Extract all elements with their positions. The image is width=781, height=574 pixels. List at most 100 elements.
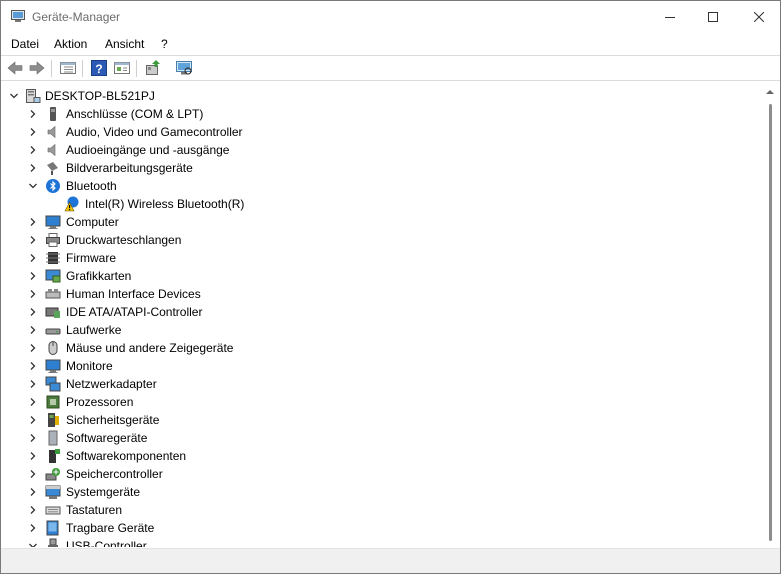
storage-icon <box>45 468 60 481</box>
tree-item-label: Computer <box>66 215 119 229</box>
chevron-right-icon[interactable] <box>28 379 38 389</box>
properties-view-icon[interactable] <box>59 59 77 77</box>
chevron-right-icon[interactable] <box>28 271 38 281</box>
tree-category-row[interactable]: Netzwerkadapter <box>3 375 743 393</box>
chevron-right-icon[interactable] <box>28 487 38 497</box>
tree-category-row[interactable]: Audioeingänge und -ausgänge <box>3 141 743 159</box>
chevron-right-icon[interactable] <box>28 523 38 533</box>
maximize-icon <box>708 12 718 22</box>
tree-category-row[interactable]: IDE ATA/ATAPI-Controller <box>3 303 743 321</box>
menu-aktion[interactable]: Aktion <box>54 37 87 51</box>
tree-item-label: Prozessoren <box>66 395 134 409</box>
speaker-icon <box>47 143 56 157</box>
chevron-right-icon[interactable] <box>28 397 38 407</box>
tree-category-row[interactable]: USB-Controller <box>3 537 743 547</box>
chevron-right-icon[interactable] <box>28 235 38 245</box>
tree-root-label: DESKTOP-BL521PJ <box>45 89 155 103</box>
tree-category-row[interactable]: Tastaturen <box>3 501 743 519</box>
chevron-right-icon[interactable] <box>28 163 38 173</box>
status-bar <box>1 548 780 573</box>
vertical-scrollbar[interactable] <box>761 83 779 547</box>
chevron-right-icon[interactable] <box>28 469 38 479</box>
tree-category-row[interactable]: Softwaregeräte <box>3 429 743 447</box>
cpu-icon <box>46 395 60 409</box>
menu-datei[interactable]: Datei <box>11 37 39 51</box>
tree-category-row[interactable]: Anschlüsse (COM & LPT) <box>3 105 743 123</box>
tree-category-row[interactable]: Druckwarteschlangen <box>3 231 743 249</box>
tree-category-row[interactable]: Bluetooth <box>3 177 743 195</box>
tree-device-row[interactable]: Intel(R) Wireless Bluetooth(R) <box>3 195 743 213</box>
chevron-right-icon[interactable] <box>28 217 38 227</box>
display-adapter-icon <box>45 269 61 283</box>
forward-icon[interactable] <box>28 59 46 77</box>
maximize-button[interactable] <box>690 1 736 33</box>
tree-category-row[interactable]: Systemgeräte <box>3 483 743 501</box>
svg-text:?: ? <box>95 62 102 76</box>
tree-category-row[interactable]: Prozessoren <box>3 393 743 411</box>
scroll-up-icon[interactable] <box>766 89 774 95</box>
update-driver-icon[interactable] <box>144 59 162 77</box>
tree-item-label: Tragbare Geräte <box>66 521 155 535</box>
drive-icon <box>45 328 61 335</box>
toolbar-separator <box>51 60 52 77</box>
menu-ansicht[interactable]: Ansicht <box>105 37 144 51</box>
tree-item-label: Bildverarbeitungsgeräte <box>66 161 193 175</box>
monitor-icon <box>45 215 61 229</box>
tree-item-label: Softwarekomponenten <box>66 449 187 463</box>
toolbar-separator <box>136 60 137 77</box>
tree-category-row[interactable]: Softwarekomponenten <box>3 447 743 465</box>
window-title: Geräte-Manager <box>32 10 121 24</box>
tree-category-row[interactable]: Monitore <box>3 357 743 375</box>
chevron-down-icon[interactable] <box>28 541 38 547</box>
toolbar: ? <box>1 55 780 81</box>
chevron-down-icon[interactable] <box>28 181 38 191</box>
scan-hardware-icon[interactable] <box>175 59 193 77</box>
close-icon <box>754 12 764 22</box>
chevron-right-icon[interactable] <box>28 325 38 335</box>
help-icon[interactable]: ? <box>90 59 108 77</box>
minimize-button[interactable] <box>647 1 693 33</box>
view-icon[interactable] <box>113 59 131 77</box>
tree-category-row[interactable]: Sicherheitsgeräte <box>3 411 743 429</box>
chevron-right-icon[interactable] <box>28 253 38 263</box>
printer-icon <box>46 233 60 247</box>
speaker-icon <box>47 125 56 139</box>
usb-icon <box>48 538 58 547</box>
chevron-right-icon[interactable] <box>28 433 38 443</box>
chevron-right-icon[interactable] <box>28 127 38 137</box>
tree-category-row[interactable]: Mäuse und andere Zeigegeräte <box>3 339 743 357</box>
tree-item-label: Laufwerke <box>66 323 122 337</box>
port-icon <box>50 107 56 121</box>
tree-category-row[interactable]: Firmware <box>3 249 743 267</box>
tree-root-row[interactable]: DESKTOP-BL521PJ <box>3 87 743 105</box>
menu-help[interactable]: ? <box>161 37 168 51</box>
tree-category-row[interactable]: Audio, Video und Gamecontroller <box>3 123 743 141</box>
chevron-down-icon[interactable] <box>9 91 19 101</box>
chip-icon <box>46 252 60 264</box>
tree-category-row[interactable]: Human Interface Devices <box>3 285 743 303</box>
chevron-right-icon[interactable] <box>28 361 38 371</box>
tree-item-label: Druckwarteschlangen <box>66 233 182 247</box>
chevron-right-icon[interactable] <box>28 505 38 515</box>
device-tree[interactable]: DESKTOP-BL521PJ Anschlüsse (COM & LPT) Au… <box>3 83 760 547</box>
title-bar[interactable]: Geräte-Manager <box>1 1 780 33</box>
tree-category-row[interactable]: Laufwerke <box>3 321 743 339</box>
portable-icon <box>46 520 59 536</box>
chevron-right-icon[interactable] <box>28 343 38 353</box>
back-icon[interactable] <box>6 59 24 77</box>
chevron-right-icon[interactable] <box>28 451 38 461</box>
tree-category-row[interactable]: Grafikkarten <box>3 267 743 285</box>
tree-category-row[interactable]: Speichercontroller <box>3 465 743 483</box>
tree-category-row[interactable]: Tragbare Geräte <box>3 519 743 537</box>
chevron-right-icon[interactable] <box>28 289 38 299</box>
close-button[interactable] <box>736 1 780 33</box>
tree-item-label: Bluetooth <box>66 179 117 193</box>
chevron-right-icon[interactable] <box>28 415 38 425</box>
tree-category-row[interactable]: Bildverarbeitungsgeräte <box>3 159 743 177</box>
scrollbar-thumb[interactable] <box>769 104 772 541</box>
tree-category-row[interactable]: Computer <box>3 213 743 231</box>
keyboard-icon <box>45 506 61 515</box>
chevron-right-icon[interactable] <box>28 109 38 119</box>
chevron-right-icon[interactable] <box>28 307 38 317</box>
chevron-right-icon[interactable] <box>28 145 38 155</box>
